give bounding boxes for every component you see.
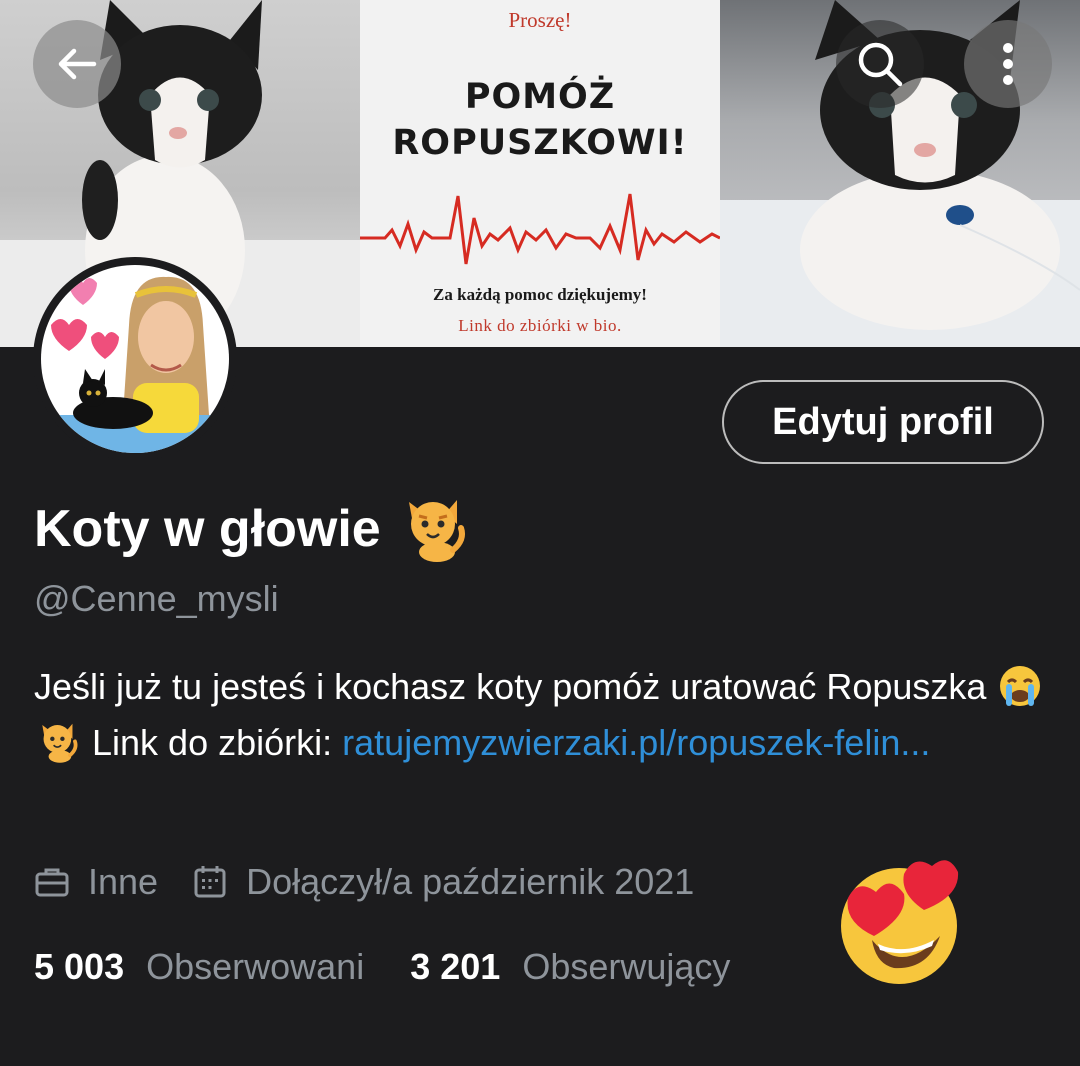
- bio-text-1: Jeśli już tu jesteś i kochasz koty pomóż…: [34, 666, 987, 707]
- bio-link[interactable]: ratujemyzwierzaki.pl/ropuszek-felin...: [342, 722, 930, 763]
- poster-title-line1: POMÓŻ: [464, 77, 616, 117]
- poster-thanks-text: Za każdą pomoc dziękujemy!: [433, 285, 647, 304]
- search-icon: [858, 42, 903, 87]
- avatar-image: [41, 265, 229, 453]
- profile-category: Inne: [88, 861, 159, 902]
- banner-poster: Proszę! POMÓŻ ROPUSZKOWI! Za każdą pomoc…: [360, 0, 720, 347]
- crying-face-emoji-icon: [1000, 666, 1041, 707]
- calendar-icon: [194, 866, 226, 898]
- poster-link-text: Link do zbiórki w bio.: [458, 316, 622, 335]
- followers-link[interactable]: 3 201 Obserwujący: [410, 946, 730, 988]
- profile-bio: Jeśli już tu jesteś i kochasz koty pomóż…: [34, 659, 1054, 771]
- display-name-row: Koty w głowie: [34, 494, 469, 564]
- followers-count: 3 201: [410, 946, 501, 987]
- edit-profile-button[interactable]: Edytuj profil: [722, 380, 1044, 464]
- search-button[interactable]: [836, 20, 924, 108]
- bio-text-2: Link do zbiórki:: [92, 722, 333, 763]
- bitmoji-avatar-illustration: [41, 276, 229, 453]
- profile-meta-row: Inne Dołączył/a październik 2021: [34, 857, 694, 907]
- back-button[interactable]: [33, 20, 121, 108]
- avatar[interactable]: [33, 257, 237, 461]
- heart-eyes-emoji-icon: [841, 860, 959, 984]
- poster-title: POMÓŻ ROPUSZKOWI!: [360, 74, 720, 166]
- display-name: Koty w głowie: [34, 500, 381, 558]
- joined-date: Dołączył/a październik 2021: [246, 861, 695, 902]
- arrow-left-icon: [58, 48, 97, 80]
- user-handle: @Cenne_mysli: [34, 578, 279, 619]
- poster-top-text: Proszę!: [508, 8, 572, 32]
- cat-emoji-icon: [42, 724, 78, 764]
- following-label: Obserwowani: [146, 946, 365, 987]
- following-count: 5 003: [34, 946, 125, 987]
- briefcase-icon: [35, 868, 69, 897]
- more-vertical-icon: [1003, 43, 1013, 85]
- follow-stats: 5 003 Obserwowani 3 201 Obserwujący: [34, 942, 730, 992]
- following-link[interactable]: 5 003 Obserwowani: [34, 946, 364, 988]
- cat-emoji-icon: [408, 500, 465, 562]
- heartbeat-line-icon: [360, 193, 720, 265]
- followers-label: Obserwujący: [522, 946, 731, 987]
- more-options-button[interactable]: [964, 20, 1052, 108]
- poster-title-line2: ROPUSZKOWI!: [392, 123, 688, 163]
